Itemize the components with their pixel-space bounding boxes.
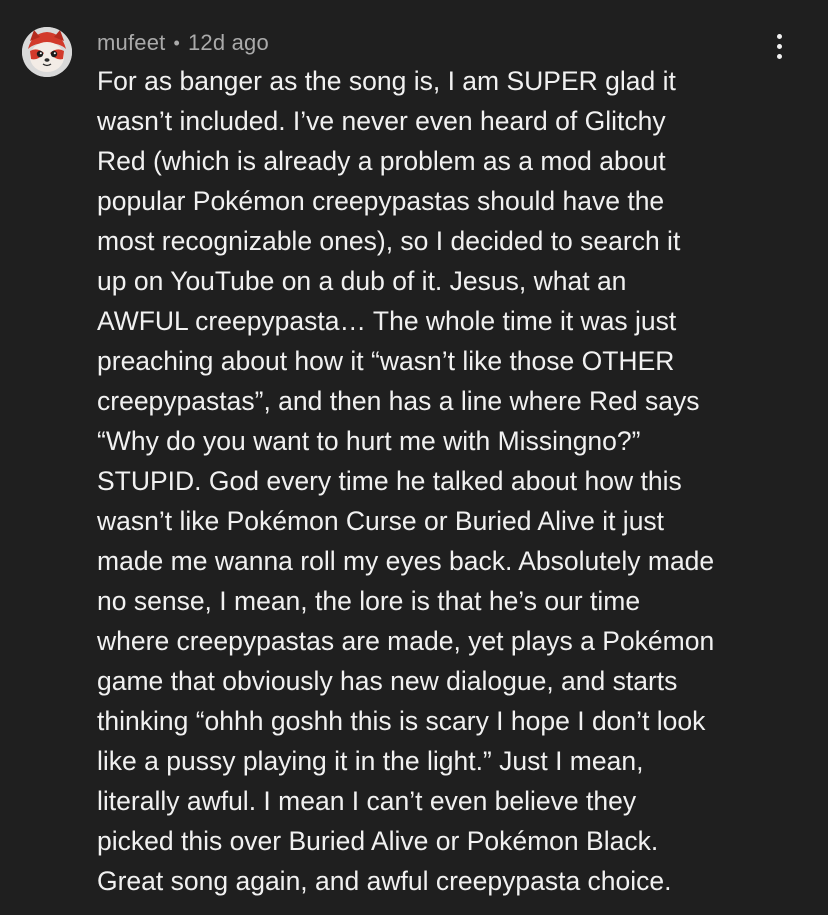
comment-line: AWFUL creepypasta… The whole time it was…	[97, 306, 677, 336]
comment-line: no sense, I mean, the lore is that he’s …	[97, 586, 641, 616]
comment-menu-button[interactable]	[764, 28, 794, 64]
comment-line: picked this over Buried Alive or Pokémon…	[97, 826, 659, 856]
comment-line: STUPID. God every time he talked about h…	[97, 466, 682, 496]
comment-line: creepypastas”, and then has a line where…	[97, 386, 700, 416]
comment-timestamp[interactable]: 12d ago	[188, 30, 269, 56]
comment-line: Great song again, and awful creepypasta …	[97, 866, 672, 896]
comment-line: literally awful. I mean I can’t even bel…	[97, 786, 637, 816]
more-vertical-icon	[776, 53, 782, 59]
more-vertical-icon	[776, 33, 782, 39]
comment-line: For as banger as the song is, I am SUPER…	[97, 66, 676, 96]
comment-line: “Why do you want to hurt me with Missing…	[97, 426, 641, 456]
comment-line: where creepypastas are made, yet plays a…	[97, 626, 715, 656]
meta-separator: •	[173, 32, 180, 53]
comment-line: made me wanna roll my eyes back. Absolut…	[97, 546, 715, 576]
comment-body: For as banger as the song is, I am SUPER…	[97, 61, 797, 901]
comment-line: popular Pokémon creepypastas should have…	[97, 186, 665, 216]
author-avatar[interactable]	[22, 27, 72, 77]
comment-line: most recognizable ones), so I decided to…	[97, 226, 681, 256]
comment-line: game that obviously has new dialogue, an…	[97, 666, 678, 696]
fox-avatar-icon	[22, 27, 72, 77]
comment-line: up on YouTube on a dub of it. Jesus, wha…	[97, 266, 627, 296]
comment-line: wasn’t included. I’ve never even heard o…	[97, 106, 666, 136]
comment-thread-item: mufeet • 12d ago For as banger as the so…	[0, 0, 828, 915]
comment-line: thinking “ohhh goshh this is scary I hop…	[97, 706, 706, 736]
comment-line: like a pussy playing it in the light.” J…	[97, 746, 644, 776]
comment-header: mufeet • 12d ago	[97, 28, 269, 58]
comment-line: preaching about how it “wasn’t like thos…	[97, 346, 675, 376]
comment-line: Red (which is already a problem as a mod…	[97, 146, 666, 176]
more-vertical-icon	[776, 43, 782, 49]
comment-line: wasn’t like Pokémon Curse or Buried Aliv…	[97, 506, 665, 536]
author-name[interactable]: mufeet	[97, 30, 165, 56]
